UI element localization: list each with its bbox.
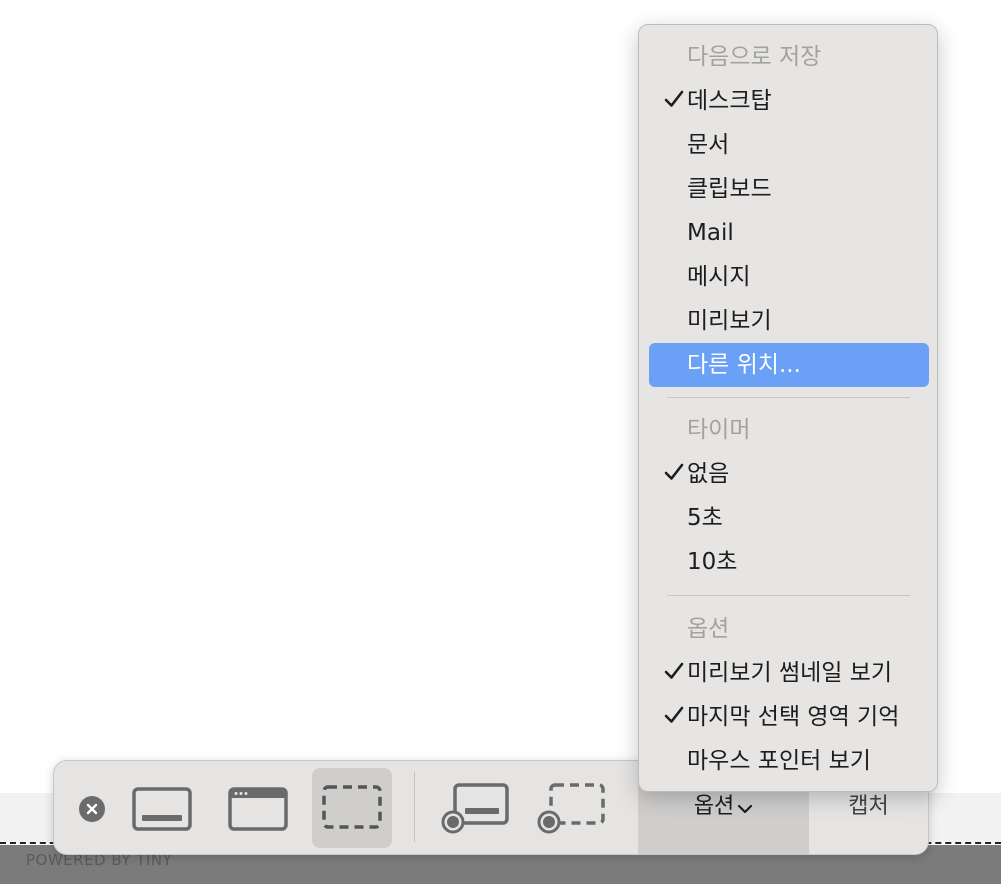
- menu-item-label: 문서: [687, 132, 730, 158]
- menu-item-documents[interactable]: 문서: [649, 123, 929, 167]
- menu-separator: [667, 595, 910, 596]
- capture-selection-button[interactable]: [312, 768, 392, 848]
- close-icon: [86, 803, 98, 815]
- checkmark-icon: [664, 90, 684, 107]
- menu-item-label: 마우스 포인터 보기: [687, 748, 871, 774]
- menu-header-timer: 타이머: [687, 417, 751, 443]
- record-screen-icon: [441, 783, 509, 834]
- menu-item-label: 다른 위치...: [687, 352, 801, 378]
- menu-item-other-location[interactable]: 다른 위치...: [649, 343, 929, 387]
- menu-item-timer-none[interactable]: 없음: [649, 452, 929, 496]
- menu-item-label: 미리보기 썸네일 보기: [687, 660, 893, 686]
- window-icon: [228, 787, 288, 831]
- menu-item-label: 미리보기: [687, 308, 772, 334]
- menu-item-label: 5초: [687, 505, 723, 531]
- menu-item-mail[interactable]: Mail: [649, 211, 929, 255]
- menu-item-clipboard[interactable]: 클립보드: [649, 167, 929, 211]
- record-selection-icon: [537, 783, 605, 834]
- menu-item-show-mouse-pointer[interactable]: 마우스 포인터 보기: [649, 739, 929, 783]
- menu-item-timer-5s[interactable]: 5초: [649, 496, 929, 540]
- menu-item-messages[interactable]: 메시지: [649, 255, 929, 299]
- record-selection-button[interactable]: [531, 768, 611, 848]
- menu-item-timer-10s[interactable]: 10초: [649, 540, 929, 584]
- menu-item-label: 없음: [687, 461, 730, 487]
- menu-item-label: 마지막 선택 영역 기억: [687, 704, 900, 730]
- menu-item-label: 10초: [687, 549, 738, 575]
- menu-item-show-floating-thumbnail[interactable]: 미리보기 썸네일 보기: [649, 651, 929, 695]
- menu-item-label: 클립보드: [687, 176, 772, 202]
- menu-item-preview[interactable]: 미리보기: [649, 299, 929, 343]
- toolbar-divider: [414, 772, 415, 842]
- options-menu: 다음으로 저장 데스크탑 문서 클립보드 Mail 메시지 미리보기 다른 위치…: [638, 24, 938, 792]
- menu-item-desktop[interactable]: 데스크탑: [649, 79, 929, 123]
- checkmark-icon: [664, 706, 684, 723]
- menu-separator: [667, 397, 910, 398]
- checkmark-icon: [664, 463, 684, 480]
- menu-header-options: 옵션: [687, 616, 730, 642]
- close-button[interactable]: [79, 796, 105, 822]
- capture-entire-screen-button[interactable]: [122, 768, 202, 848]
- menu-item-label: 데스크탑: [687, 88, 772, 114]
- capture-window-button[interactable]: [218, 768, 298, 848]
- menu-item-label: 메시지: [687, 264, 751, 290]
- screen-icon: [132, 787, 192, 831]
- menu-item-remember-last-selection[interactable]: 마지막 선택 영역 기억: [649, 695, 929, 739]
- record-entire-screen-button[interactable]: [435, 768, 515, 848]
- checkmark-icon: [664, 662, 684, 679]
- menu-header-save-to: 다음으로 저장: [687, 44, 822, 70]
- menu-item-label: Mail: [687, 220, 734, 246]
- selection-icon: [322, 785, 382, 829]
